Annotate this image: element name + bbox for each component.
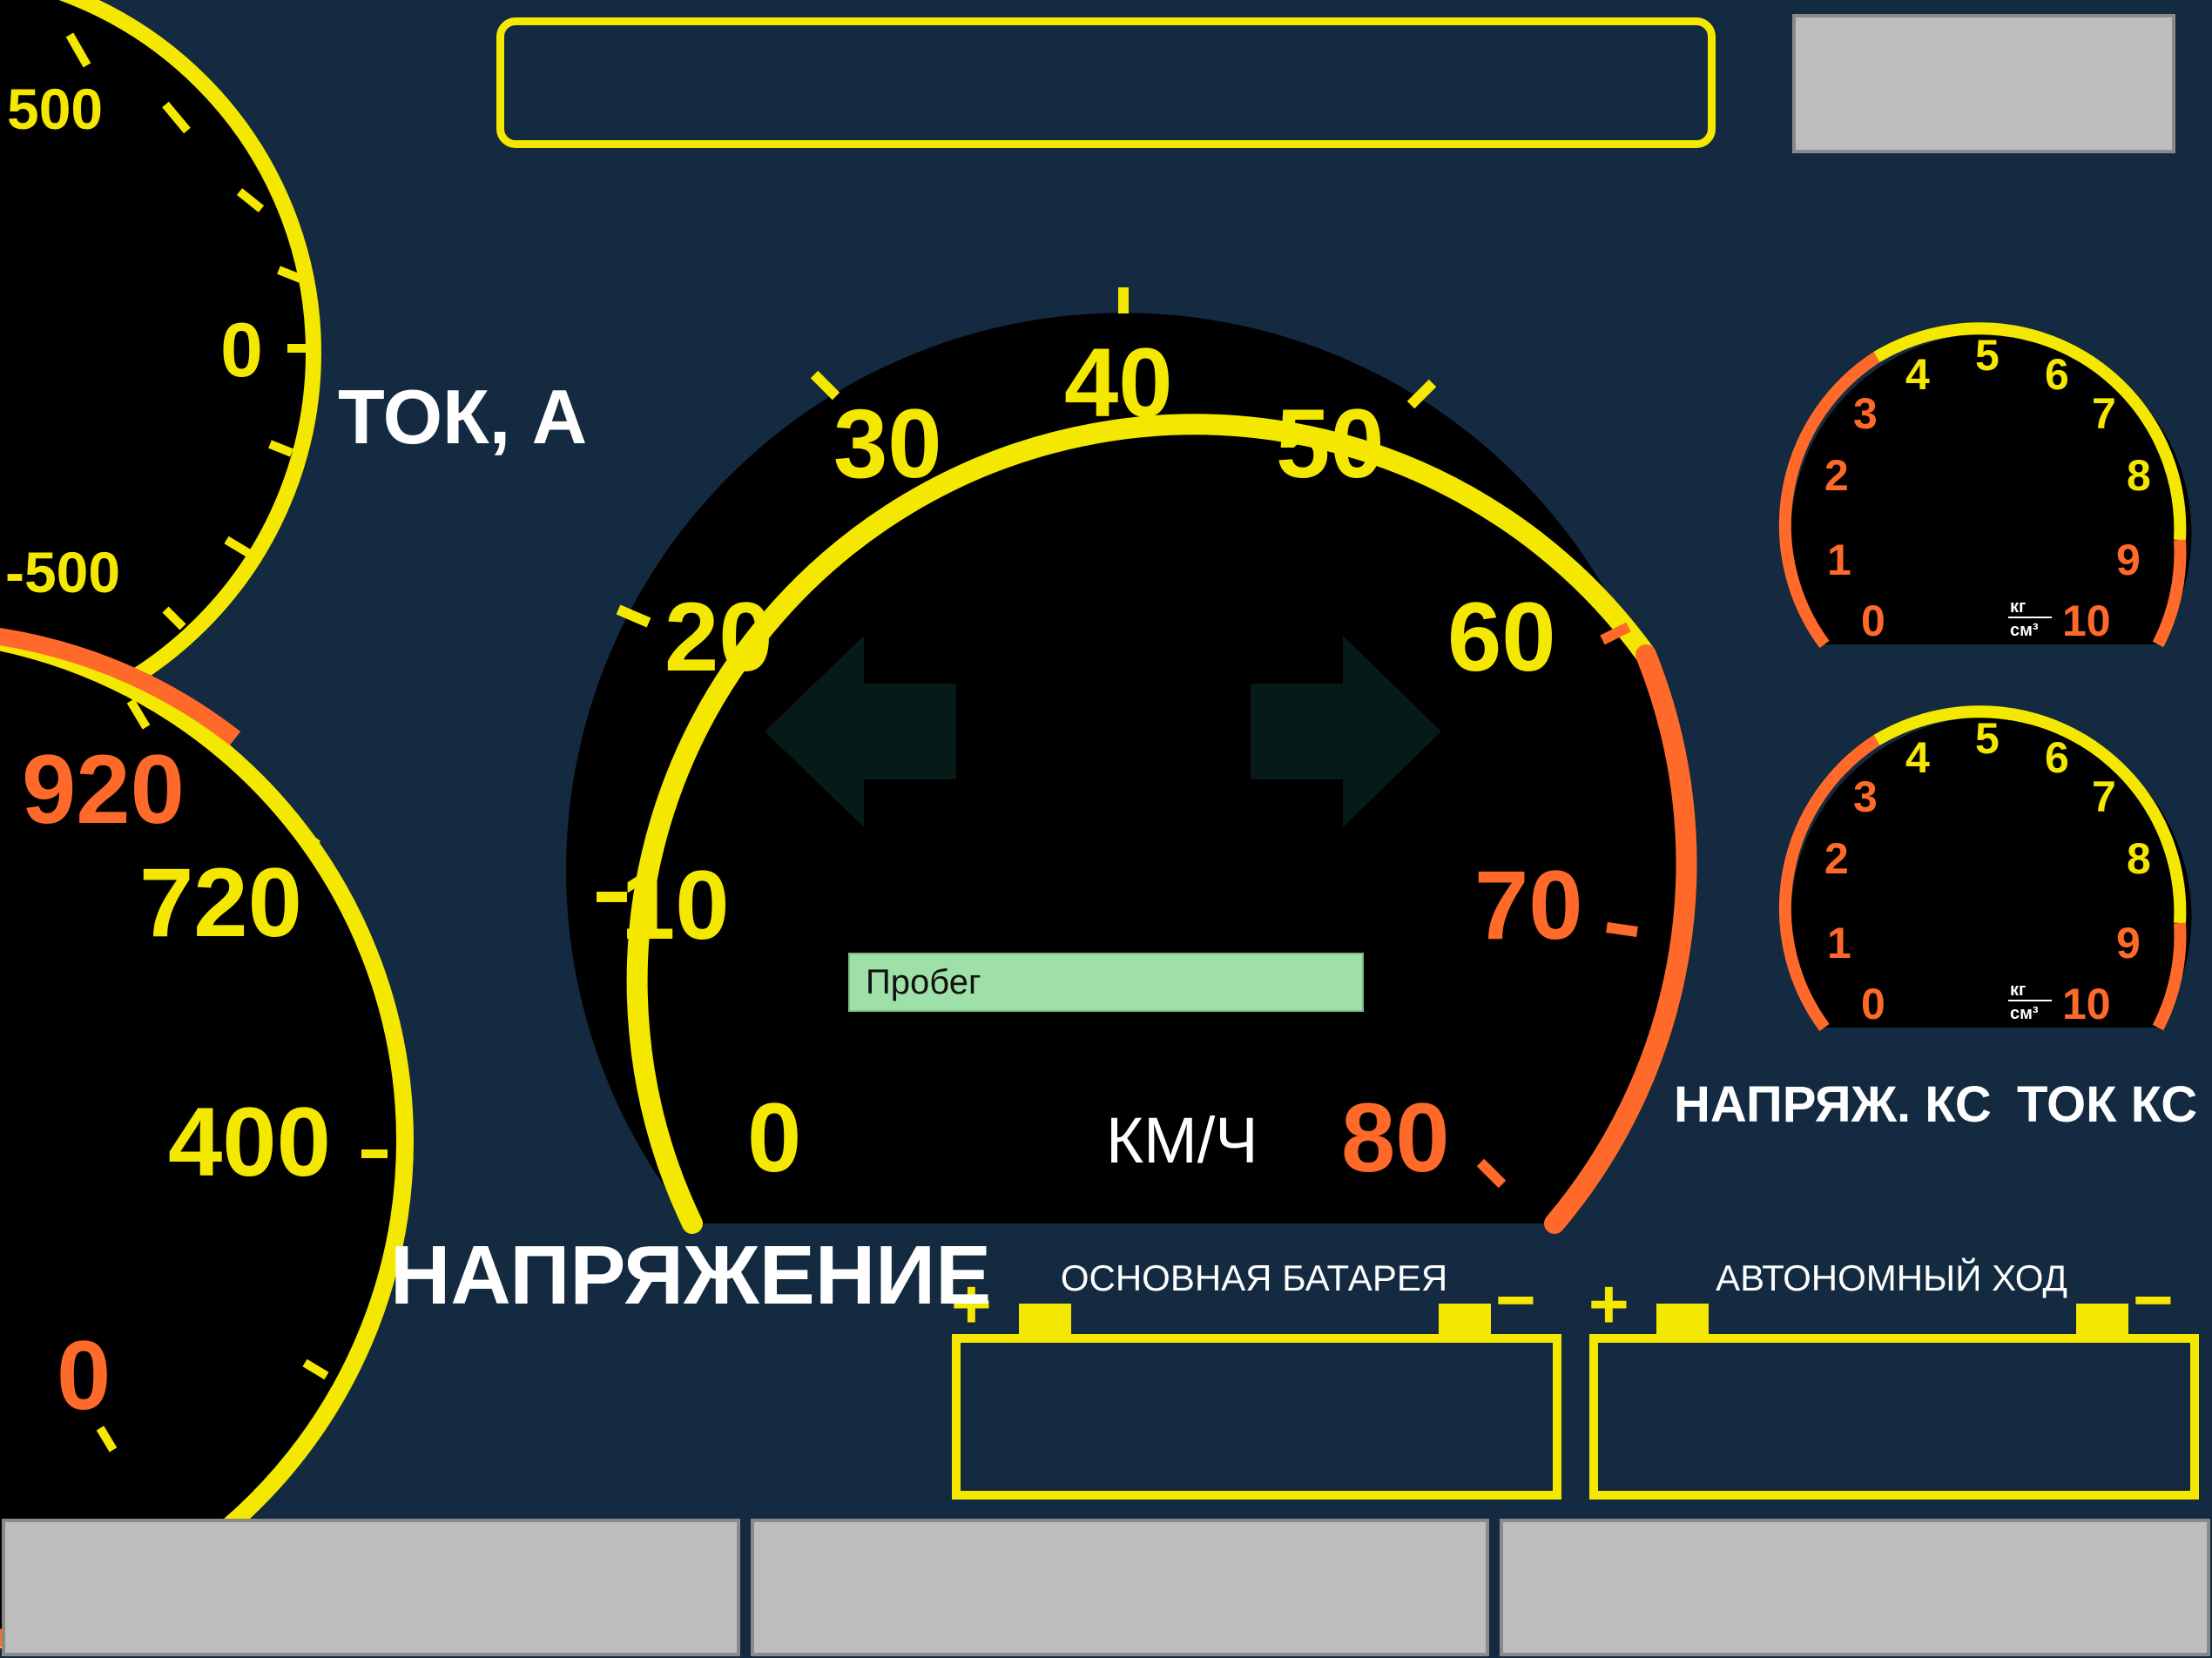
p2-tick-0: 0 (1861, 980, 1885, 1028)
p2-tick-7: 7 (2092, 772, 2116, 821)
voltage-tick-400: 400 (168, 1088, 331, 1196)
current-tick-minus500: -500 (5, 540, 120, 604)
battery-main-minus-icon: − (1495, 1261, 1536, 1338)
current-gauge: 500 0 -500 (0, 0, 321, 738)
pressure-gauge-current-ks: 0 1 2 3 4 5 6 7 8 9 10 кг см³ (1778, 705, 2192, 1032)
voltage-gauge: 920 720 400 0 (0, 628, 414, 1648)
voltage-tick-720: 720 (139, 848, 302, 957)
p1-tick-6: 6 (2045, 350, 2069, 399)
p1-tick-0: 0 (1861, 596, 1885, 645)
bottom-button-2[interactable] (751, 1519, 1489, 1656)
pressure-gauge-2-label: ТОК КС (2017, 1076, 2198, 1133)
p1-tick-10: 10 (2062, 596, 2111, 645)
voltage-tick-920: 920 (22, 735, 185, 844)
speed-tick-30: 30 (833, 389, 942, 498)
voltage-tick-0: 0 (57, 1321, 111, 1430)
speed-tick-20: 20 (664, 583, 773, 691)
mileage-display: Пробег (848, 953, 1364, 1012)
p1-unit-den: см³ (2010, 621, 2039, 640)
battery-autonomous: + − АВТОНОМНЫЙ ХОД (1588, 1257, 2199, 1500)
battery-auto-plus-icon: + (1588, 1265, 1629, 1343)
mileage-label: Пробег (866, 963, 981, 1001)
p2-tick-4: 4 (1905, 733, 1930, 782)
dashboard-canvas: 500 0 -500 920 720 400 0 0 10 20 30 40 5… (0, 0, 2199, 1648)
p2-tick-6: 6 (2045, 733, 2069, 782)
current-tick-0: 0 (220, 307, 263, 393)
speedometer: 0 10 20 30 40 50 60 70 80 КМ/Ч (566, 287, 1697, 1234)
p1-tick-9: 9 (2116, 536, 2141, 584)
p2-tick-5: 5 (1975, 714, 2000, 763)
message-display (496, 17, 1716, 148)
speed-tick-50: 50 (1276, 389, 1385, 498)
p1-tick-3: 3 (1853, 389, 1878, 438)
speed-tick-60: 60 (1447, 583, 1556, 691)
speed-tick-80: 80 (1341, 1083, 1450, 1192)
p1-tick-5: 5 (1975, 331, 2000, 380)
p2-tick-8: 8 (2127, 834, 2151, 883)
battery-auto-minus-icon: − (2133, 1261, 2174, 1338)
voltage-gauge-label: НАПРЯЖЕНИЕ (390, 1229, 992, 1322)
p1-tick-2: 2 (1824, 451, 1849, 500)
bottom-button-1[interactable] (2, 1519, 740, 1656)
p2-unit-den: см³ (2010, 1004, 2039, 1023)
p1-tick-7: 7 (2092, 389, 2116, 438)
speed-tick-10: 10 (621, 851, 730, 960)
speed-tick-0: 0 (747, 1083, 801, 1192)
p2-tick-3: 3 (1853, 772, 1878, 821)
bottom-button-3[interactable] (1500, 1519, 2210, 1656)
speed-unit: КМ/Ч (1106, 1104, 1258, 1176)
p1-tick-1: 1 (1827, 536, 1851, 584)
p2-tick-1: 1 (1827, 919, 1851, 967)
pressure-gauge-1-label: НАПРЯЖ. КС (1674, 1076, 1992, 1133)
p1-tick-8: 8 (2127, 451, 2151, 500)
p2-tick-10: 10 (2062, 980, 2111, 1028)
p2-unit-num: кг (2010, 981, 2026, 1000)
current-tick-500: 500 (7, 77, 103, 141)
battery-main: + − ОСНОВНАЯ БАТАРЕЯ (951, 1257, 1561, 1500)
battery-auto-label: АВТОНОМНЫЙ ХОД (1716, 1257, 2067, 1298)
battery-main-label: ОСНОВНАЯ БАТАРЕЯ (1061, 1257, 1447, 1298)
p2-tick-2: 2 (1824, 834, 1849, 883)
current-gauge-label: ТОК, А (338, 374, 588, 460)
p1-tick-4: 4 (1905, 350, 1930, 399)
speed-tick-40: 40 (1064, 328, 1173, 437)
pressure-gauge-voltage-ks: 0 1 2 3 4 5 6 7 8 9 10 кг см³ (1778, 322, 2192, 649)
p1-unit-num: кг (2010, 597, 2026, 617)
top-right-button[interactable] (1792, 14, 2175, 153)
p2-tick-9: 9 (2116, 919, 2141, 967)
speed-tick-70: 70 (1474, 851, 1583, 960)
